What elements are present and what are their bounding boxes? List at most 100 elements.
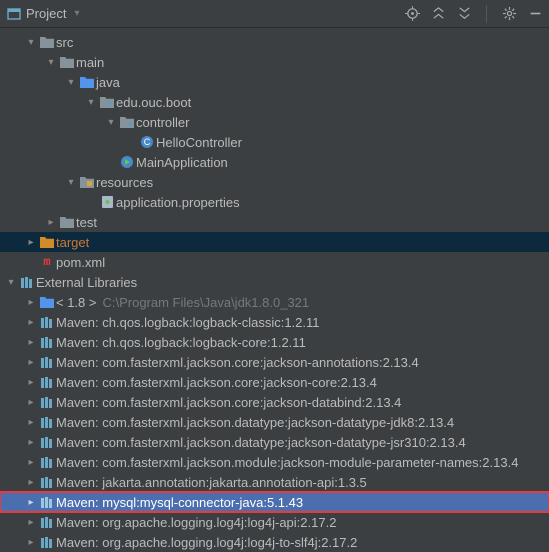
project-tree[interactable]: src main java edu.ouc.boot controller C …: [0, 28, 549, 552]
node-label: controller: [136, 115, 189, 130]
chevron-right-icon[interactable]: [24, 457, 38, 468]
chevron-down-icon[interactable]: [64, 77, 78, 88]
chevron-right-icon[interactable]: [24, 477, 38, 488]
tree-node-target[interactable]: target: [0, 232, 549, 252]
chevron-right-icon[interactable]: [24, 357, 38, 368]
chevron-right-icon[interactable]: [24, 497, 38, 508]
locate-icon[interactable]: [404, 6, 420, 22]
library-icon: [38, 336, 56, 349]
chevron-down-icon[interactable]: [64, 177, 78, 188]
chevron-right-icon[interactable]: [24, 237, 38, 248]
chevron-right-icon[interactable]: [24, 297, 38, 308]
node-label: edu.ouc.boot: [116, 95, 191, 110]
maven-file-icon: m: [38, 255, 56, 269]
library-icon: [38, 496, 56, 509]
chevron-right-icon[interactable]: [24, 437, 38, 448]
node-label: Maven: ch.qos.logback:logback-core:1.2.1…: [56, 335, 306, 350]
node-label: Maven: com.fasterxml.jackson.module:jack…: [56, 455, 518, 470]
tree-node-java[interactable]: java: [0, 72, 549, 92]
chevron-right-icon[interactable]: [24, 417, 38, 428]
package-icon: [118, 116, 136, 128]
chevron-down-icon[interactable]: [104, 117, 118, 128]
chevron-right-icon[interactable]: [44, 217, 58, 228]
tree-node-main-application[interactable]: MainApplication: [0, 152, 549, 172]
tree-node-maven-lib[interactable]: Maven: com.fasterxml.jackson.datatype:ja…: [0, 432, 549, 452]
node-label: target: [56, 235, 89, 250]
folder-icon: [58, 56, 76, 68]
tree-node-maven-lib[interactable]: Maven: org.apache.logging.log4j:log4j-to…: [0, 532, 549, 552]
expand-all-icon[interactable]: [430, 6, 446, 22]
properties-file-icon: [98, 195, 116, 209]
tree-node-external-libraries[interactable]: External Libraries: [0, 272, 549, 292]
tree-node-jdk[interactable]: < 1.8 > C:\Program Files\Java\jdk1.8.0_3…: [0, 292, 549, 312]
tree-node-test[interactable]: test: [0, 212, 549, 232]
folder-icon: [58, 216, 76, 228]
collapse-all-icon[interactable]: [456, 6, 472, 22]
node-label: test: [76, 215, 97, 230]
library-icon: [38, 536, 56, 549]
tree-node-src[interactable]: src: [0, 32, 549, 52]
node-label: Maven: com.fasterxml.jackson.datatype:ja…: [56, 415, 454, 430]
hide-icon[interactable]: [527, 6, 543, 22]
chevron-right-icon[interactable]: [24, 537, 38, 548]
tree-node-hello-controller[interactable]: C HelloController: [0, 132, 549, 152]
library-icon: [38, 456, 56, 469]
tree-node-pom[interactable]: m pom.xml: [0, 252, 549, 272]
tree-node-mysql-connector[interactable]: Maven: mysql:mysql-connector-java:5.1.43: [0, 492, 549, 512]
excluded-folder-icon: [38, 236, 56, 248]
node-label: Maven: org.apache.logging.log4j:log4j-to…: [56, 535, 357, 550]
library-icon: [38, 476, 56, 489]
node-label: Maven: jakarta.annotation:jakarta.annota…: [56, 475, 367, 490]
chevron-right-icon[interactable]: [24, 337, 38, 348]
libraries-icon: [18, 276, 36, 289]
project-title[interactable]: Project: [26, 6, 66, 21]
chevron-down-icon[interactable]: [44, 57, 58, 68]
node-label: resources: [96, 175, 153, 190]
node-label: application.properties: [116, 195, 240, 210]
chevron-down-icon[interactable]: [24, 37, 38, 48]
node-label: src: [56, 35, 73, 50]
library-icon: [38, 516, 56, 529]
tree-node-resources[interactable]: resources: [0, 172, 549, 192]
tree-node-maven-lib[interactable]: Maven: com.fasterxml.jackson.core:jackso…: [0, 352, 549, 372]
library-icon: [38, 396, 56, 409]
chevron-right-icon[interactable]: [24, 517, 38, 528]
gear-icon[interactable]: [501, 6, 517, 22]
tree-node-main[interactable]: main: [0, 52, 549, 72]
chevron-down-icon[interactable]: [84, 97, 98, 108]
source-folder-icon: [78, 76, 96, 88]
node-label: Maven: mysql:mysql-connector-java:5.1.43: [56, 495, 303, 510]
folder-icon: [38, 36, 56, 48]
library-icon: [38, 416, 56, 429]
tree-node-maven-lib[interactable]: Maven: com.fasterxml.jackson.module:jack…: [0, 452, 549, 472]
resources-folder-icon: [78, 176, 96, 188]
node-label: Maven: ch.qos.logback:logback-classic:1.…: [56, 315, 320, 330]
library-icon: [38, 436, 56, 449]
tree-node-maven-lib[interactable]: Maven: org.apache.logging.log4j:log4j-ap…: [0, 512, 549, 532]
node-label: main: [76, 55, 104, 70]
node-label: Maven: com.fasterxml.jackson.core:jackso…: [56, 395, 401, 410]
tree-node-maven-lib[interactable]: Maven: jakarta.annotation:jakarta.annota…: [0, 472, 549, 492]
tree-node-maven-lib[interactable]: Maven: com.fasterxml.jackson.core:jackso…: [0, 392, 549, 412]
node-label: External Libraries: [36, 275, 137, 290]
node-label: Maven: com.fasterxml.jackson.core:jackso…: [56, 355, 419, 370]
tree-node-maven-lib[interactable]: Maven: ch.qos.logback:logback-core:1.2.1…: [0, 332, 549, 352]
library-icon: [38, 356, 56, 369]
tree-node-controller[interactable]: controller: [0, 112, 549, 132]
node-label: < 1.8 >: [56, 295, 96, 310]
chevron-right-icon[interactable]: [24, 377, 38, 388]
tree-node-maven-lib[interactable]: Maven: com.fasterxml.jackson.core:jackso…: [0, 372, 549, 392]
library-icon: [38, 316, 56, 329]
chevron-right-icon[interactable]: [24, 317, 38, 328]
node-label: pom.xml: [56, 255, 105, 270]
node-label: Maven: com.fasterxml.jackson.datatype:ja…: [56, 435, 466, 450]
tree-node-app-properties[interactable]: application.properties: [0, 192, 549, 212]
tree-node-package[interactable]: edu.ouc.boot: [0, 92, 549, 112]
svg-text:C: C: [144, 137, 151, 147]
chevron-down-icon[interactable]: [4, 277, 18, 288]
tree-node-maven-lib[interactable]: Maven: com.fasterxml.jackson.datatype:ja…: [0, 412, 549, 432]
chevron-right-icon[interactable]: [24, 397, 38, 408]
project-dropdown-arrow[interactable]: ▾: [74, 8, 79, 19]
tree-node-maven-lib[interactable]: Maven: ch.qos.logback:logback-classic:1.…: [0, 312, 549, 332]
jdk-icon: [38, 296, 56, 308]
